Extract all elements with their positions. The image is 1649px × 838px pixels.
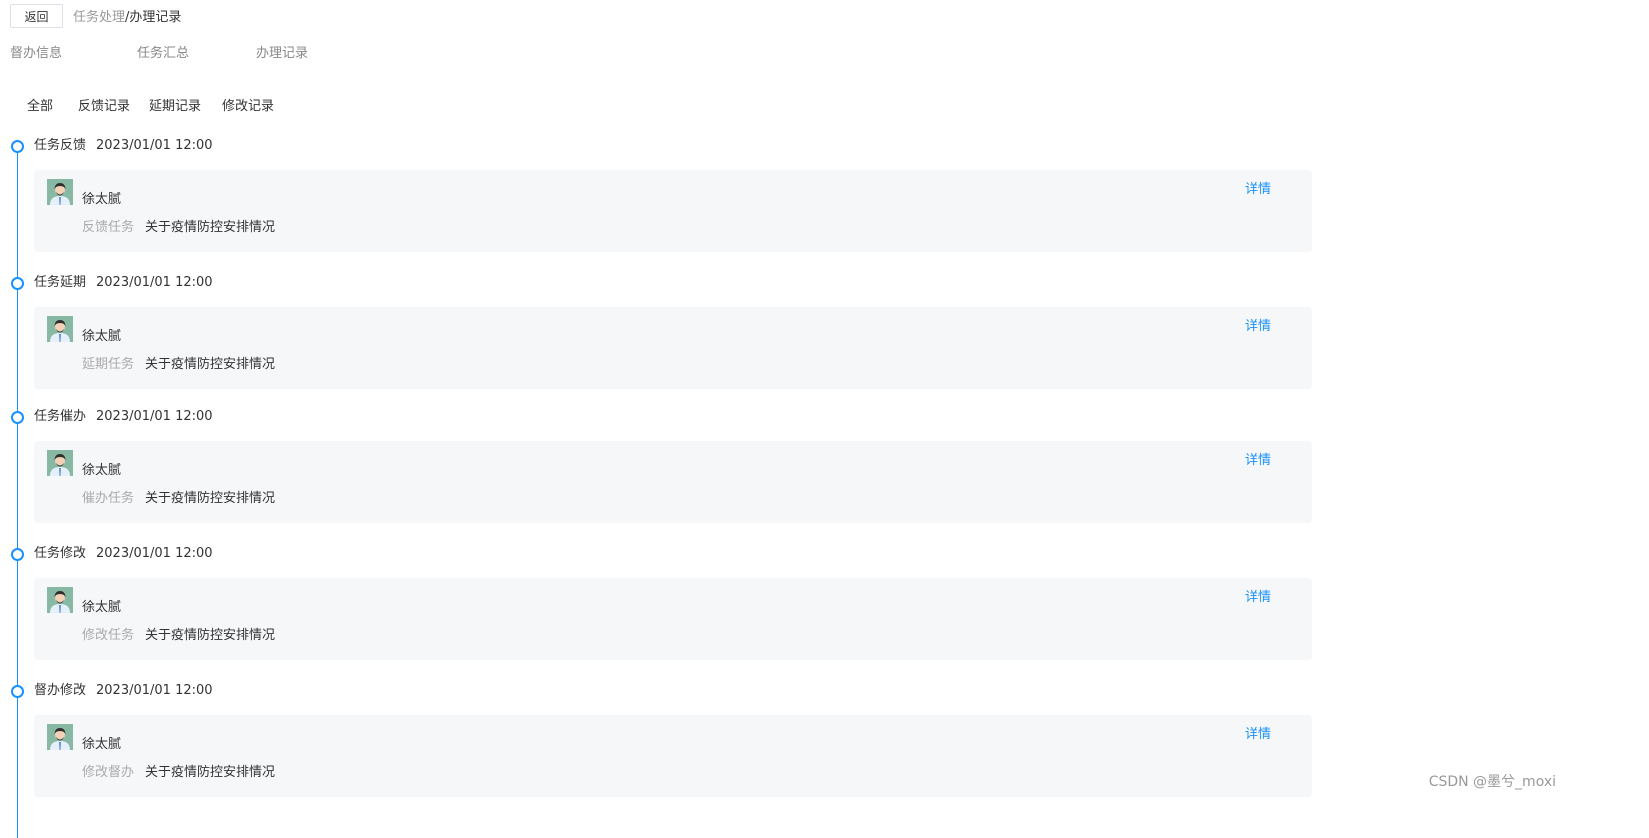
detail-link[interactable]: 详情 <box>1245 449 1271 468</box>
filter-tab-modification[interactable]: 修改记录 <box>222 95 274 114</box>
timeline-item-header: 任务修改 2023/01/01 12:00 <box>34 542 213 561</box>
task-field-value: 关于疫情防控安排情况 <box>145 357 276 372</box>
detail-link[interactable]: 详情 <box>1245 723 1271 742</box>
record-card: 徐太腻 反馈任务 关于疫情防控安排情况 详情 <box>34 170 1312 252</box>
record-card: 徐太腻 催办任务 关于疫情防控安排情况 详情 <box>34 441 1312 523</box>
task-field-value: 关于疫情防控安排情况 <box>145 220 276 235</box>
detail-link[interactable]: 详情 <box>1245 315 1271 334</box>
tab-task-summary[interactable]: 任务汇总 <box>137 42 189 61</box>
timeline-item-header: 督办修改 2023/01/01 12:00 <box>34 679 213 698</box>
record-time: 2023/01/01 12:00 <box>96 409 213 424</box>
record-type: 任务延期 <box>34 275 87 290</box>
breadcrumb: 任务处理/办理记录 <box>73 6 181 25</box>
task-field-value: 关于疫情防控安排情况 <box>145 765 276 780</box>
user-avatar-icon <box>47 450 73 476</box>
record-card: 徐太腻 修改任务 关于疫情防控安排情况 详情 <box>34 578 1312 660</box>
timeline-node-icon <box>11 411 24 424</box>
task-field-label: 延期任务 <box>82 357 135 372</box>
timeline-item-header: 任务延期 2023/01/01 12:00 <box>34 271 213 290</box>
record-card: 徐太腻 延期任务 关于疫情防控安排情况 详情 <box>34 307 1312 389</box>
timeline-node-icon <box>11 548 24 561</box>
user-name: 徐太腻 <box>82 463 122 478</box>
record-type: 督办修改 <box>34 683 87 698</box>
filter-tab-all[interactable]: 全部 <box>27 95 53 114</box>
breadcrumb-parent-link[interactable]: 任务处理 <box>73 10 125 25</box>
user-avatar-icon <box>47 316 73 342</box>
record-type: 任务反馈 <box>34 138 87 153</box>
detail-link[interactable]: 详情 <box>1245 586 1271 605</box>
record-type: 任务修改 <box>34 546 87 561</box>
filter-tab-feedback[interactable]: 反馈记录 <box>78 95 130 114</box>
record-time: 2023/01/01 12:00 <box>96 275 213 290</box>
user-name: 徐太腻 <box>82 737 122 752</box>
task-field-label: 修改督办 <box>82 765 135 780</box>
task-field-label: 反馈任务 <box>82 220 135 235</box>
timeline-item-header: 任务反馈 2023/01/01 12:00 <box>34 134 213 153</box>
record-time: 2023/01/01 12:00 <box>96 683 213 698</box>
user-avatar-icon <box>47 179 73 205</box>
breadcrumb-current: 办理记录 <box>129 10 182 25</box>
timeline-item-header: 任务催办 2023/01/01 12:00 <box>34 405 213 424</box>
timeline-node-icon <box>11 140 24 153</box>
tab-handling-records[interactable]: 办理记录 <box>256 42 308 61</box>
tab-supervision-info[interactable]: 督办信息 <box>10 42 62 61</box>
user-avatar-icon <box>47 724 73 750</box>
detail-link[interactable]: 详情 <box>1245 178 1271 197</box>
task-field-value: 关于疫情防控安排情况 <box>145 628 276 643</box>
record-time: 2023/01/01 12:00 <box>96 138 213 153</box>
user-name: 徐太腻 <box>82 192 122 207</box>
back-button[interactable]: 返回 <box>10 4 63 28</box>
user-name: 徐太腻 <box>82 600 122 615</box>
task-field-label: 催办任务 <box>82 491 135 506</box>
record-time: 2023/01/01 12:00 <box>96 546 213 561</box>
record-type: 任务催办 <box>34 409 87 424</box>
timeline-line <box>17 146 18 838</box>
task-field-value: 关于疫情防控安排情况 <box>145 491 276 506</box>
timeline-node-icon <box>11 277 24 290</box>
watermark: CSDN @墨兮_moxi <box>1428 774 1556 790</box>
record-card: 徐太腻 修改督办 关于疫情防控安排情况 详情 <box>34 715 1312 797</box>
user-name: 徐太腻 <box>82 329 122 344</box>
user-avatar-icon <box>47 587 73 613</box>
task-field-label: 修改任务 <box>82 628 135 643</box>
filter-tab-extension[interactable]: 延期记录 <box>149 95 201 114</box>
timeline-node-icon <box>11 685 24 698</box>
